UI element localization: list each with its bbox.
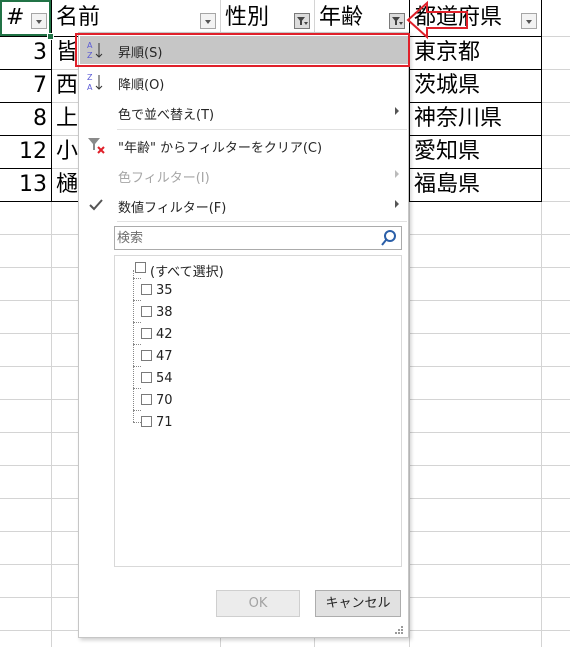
highlight-box [75,33,410,67]
checkbox[interactable] [141,284,152,295]
clear-filter-icon [88,138,105,154]
table-cell-prefecture[interactable]: 福島県 [410,169,540,201]
chevron-down-icon [304,22,308,25]
menu-item-sort-by-color[interactable]: 色で並べ替え(T) [80,98,409,126]
filter-dropdown-button[interactable] [521,13,537,29]
sort-descending-icon: Z A [87,73,103,92]
search-box[interactable] [114,226,402,250]
submenu-arrow-icon [395,170,399,178]
tree-connector [133,344,141,345]
table-cell-prefecture[interactable]: 愛知県 [410,136,540,168]
list-item-label: 47 [156,349,173,364]
list-item-label: 71 [156,415,173,430]
list-item-label: 35 [156,283,173,298]
table-cell-prefecture[interactable]: 茨城県 [410,70,540,102]
tree-connector [133,278,141,279]
checkbox[interactable] [141,372,152,383]
menu-item-label: 降順(O) [118,78,165,93]
checkbox[interactable] [141,350,152,361]
tree-connector [133,366,141,367]
resize-grip-icon[interactable] [395,626,403,634]
svg-text:A: A [87,83,93,92]
tree-connector [133,410,141,411]
chevron-down-icon [526,20,532,24]
header-name[interactable]: 名前 [52,2,202,34]
list-item-label: 70 [156,393,173,408]
table-border [541,0,542,202]
submenu-arrow-icon [395,107,399,115]
filter-applied-button-age[interactable] [389,13,405,29]
menu-item-sort-descending[interactable]: Z A 降順(O) [80,68,409,96]
menu-separator [117,129,407,130]
cancel-button[interactable]: キャンセル [315,590,401,617]
table-cell-prefecture[interactable]: 東京都 [410,37,540,69]
table-cell-num[interactable]: 3 [0,37,51,69]
checkbox[interactable] [141,306,152,317]
menu-item-color-filter: 色フィルター(I) [80,161,409,189]
menu-item-label: "年齢" からフィルターをクリア(C) [118,141,323,156]
filter-icon-stem [300,21,302,25]
submenu-arrow-icon [395,200,399,208]
menu-item-number-filter[interactable]: 数値フィルター(F) [80,191,409,219]
list-item-label: (すべて選択) [150,265,224,280]
search-input[interactable] [117,229,377,247]
ok-button: OK [216,590,300,617]
filter-icon-stem [395,21,397,25]
search-icon[interactable] [380,229,398,247]
header-age[interactable]: 年齢 [315,2,385,34]
fill-handle[interactable] [47,33,54,40]
checkmark-icon [89,199,103,211]
menu-item-label: 数値フィルター(F) [118,201,227,216]
tree-connector [133,270,134,422]
tree-connector [133,422,141,423]
checkbox[interactable] [141,416,152,427]
header-gender[interactable]: 性別 [221,2,301,34]
table-cell-prefecture[interactable]: 神奈川県 [410,103,540,135]
list-item-label: 54 [156,371,173,386]
list-item-label: 42 [156,327,173,342]
table-cell-num[interactable]: 7 [0,70,51,102]
checkbox[interactable] [135,262,146,273]
table-cell-num[interactable]: 8 [0,103,51,135]
filter-applied-button[interactable] [294,13,310,29]
tree-connector [133,300,141,301]
table-cell-num[interactable]: 12 [0,136,51,168]
checkbox[interactable] [141,328,152,339]
tree-connector [133,388,141,389]
checkbox[interactable] [141,394,152,405]
arrow-callout-icon [406,0,468,40]
menu-item-label: 色フィルター(I) [118,171,210,186]
menu-separator [117,221,407,222]
filter-dropdown-button[interactable] [200,13,216,29]
svg-text:Z: Z [87,73,93,82]
menu-item-label: 色で並べ替え(T) [118,108,215,123]
table-cell-num[interactable]: 13 [0,169,51,201]
chevron-down-icon [399,22,403,25]
list-item-label: 38 [156,305,173,320]
active-cell-outline [0,0,51,36]
tree-connector [133,322,141,323]
menu-item-clear-filter[interactable]: "年齢" からフィルターをクリア(C) [80,131,409,159]
filter-values-list[interactable]: (すべて選択) 35 38 42 47 54 70 71 [114,255,402,567]
chevron-down-icon [205,20,211,24]
